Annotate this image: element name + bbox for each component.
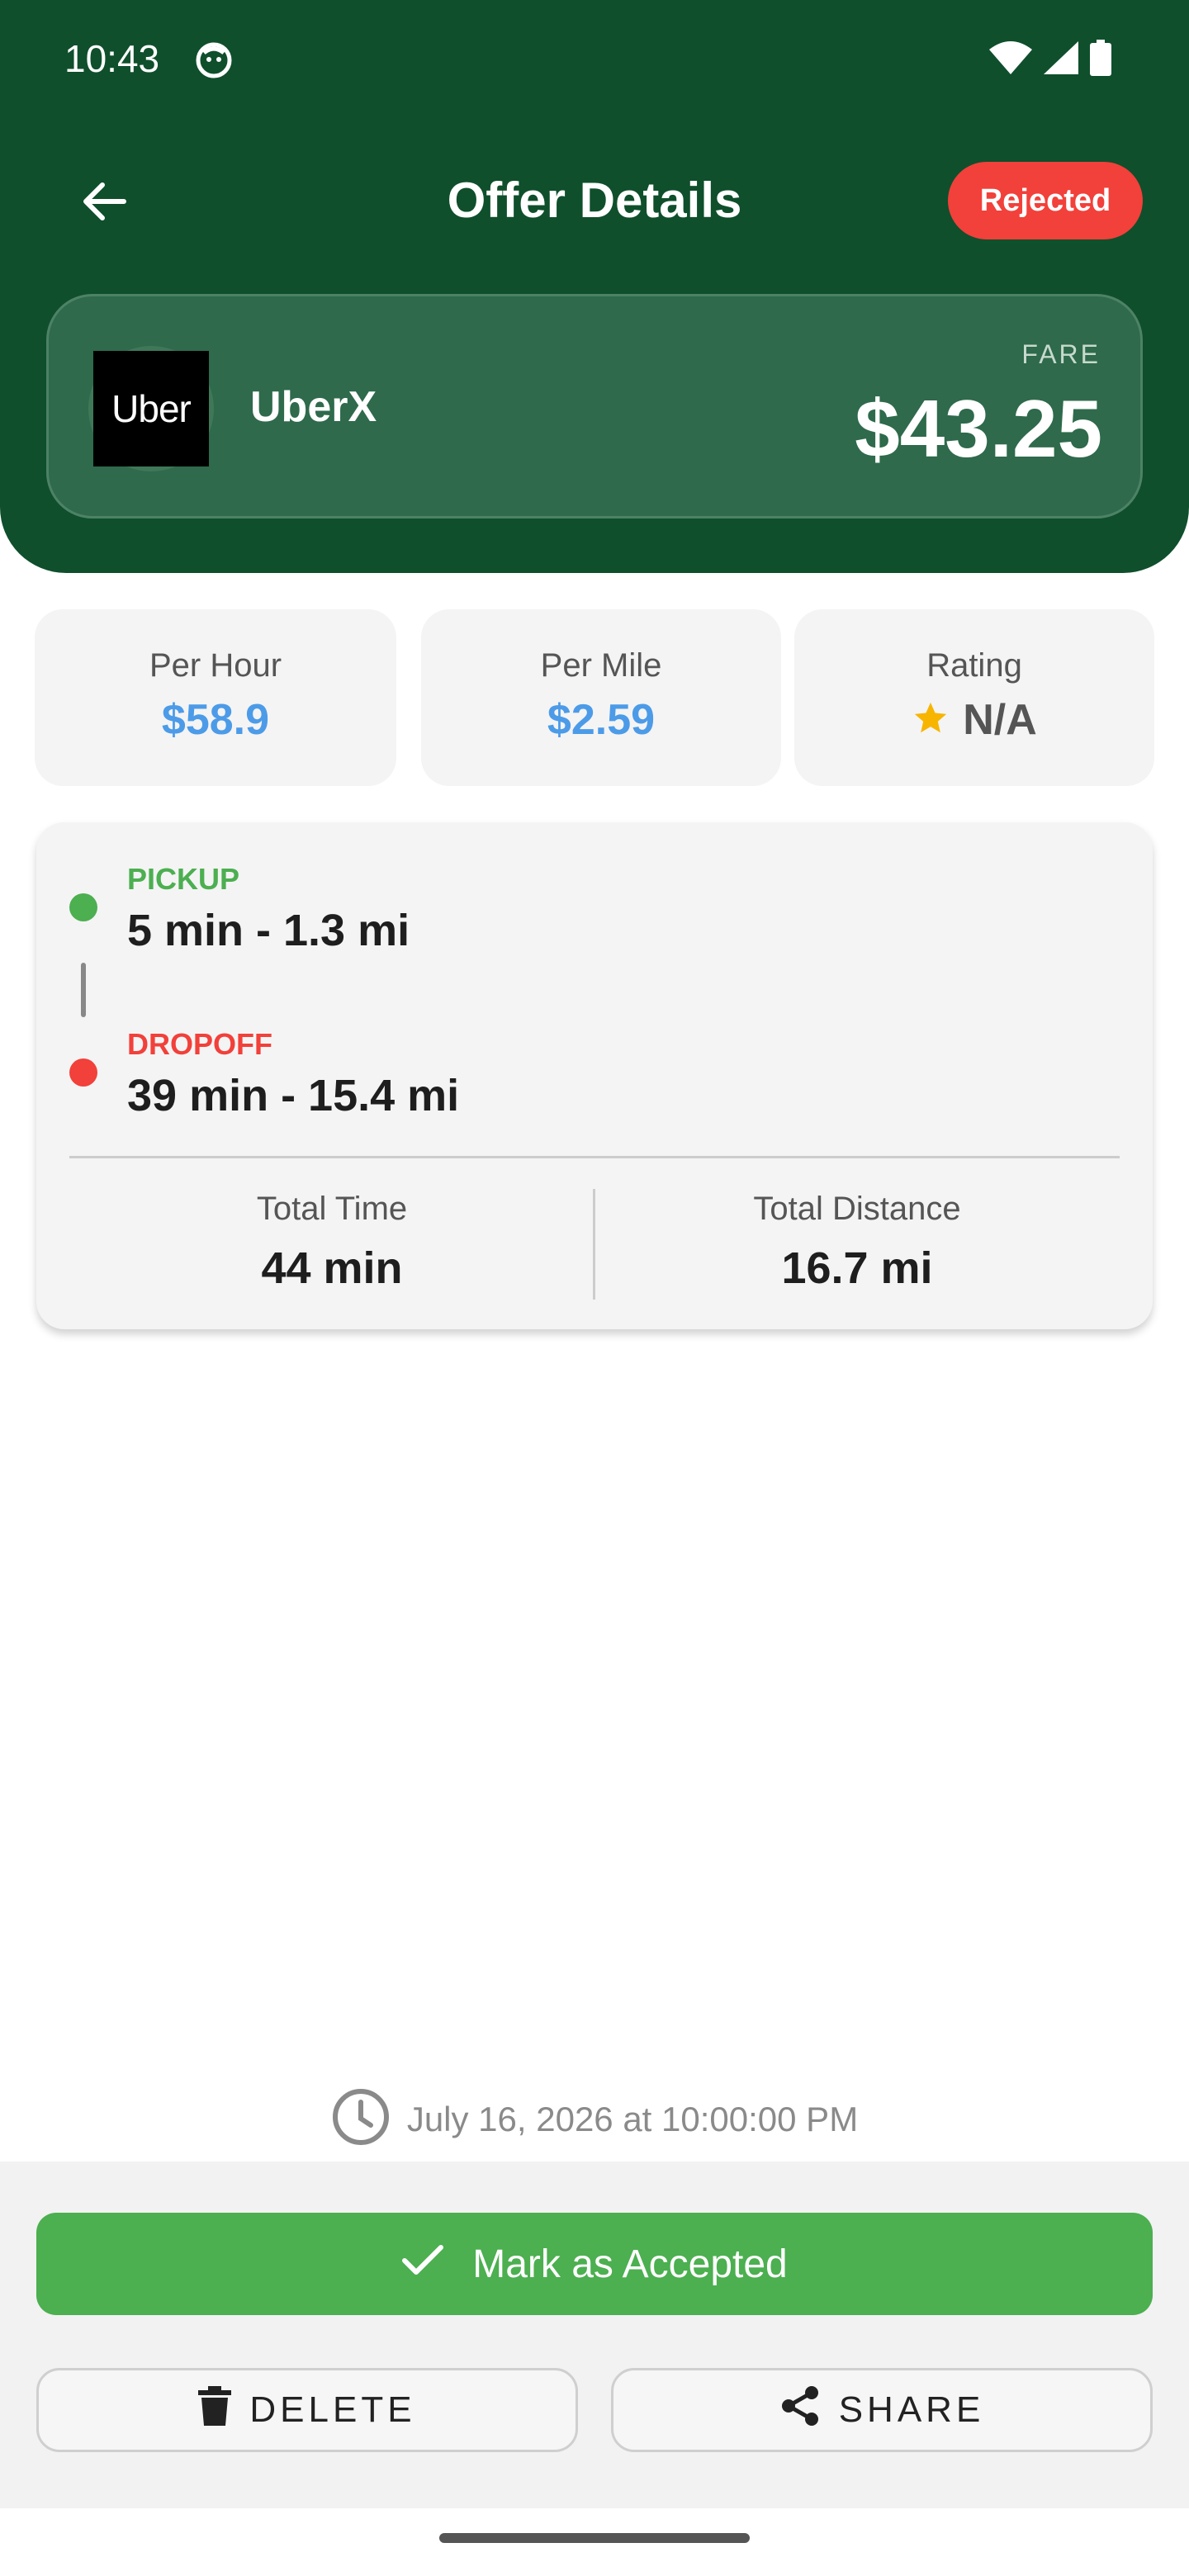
status-icons — [989, 40, 1111, 80]
clock-icon — [331, 2087, 391, 2151]
status-badge: Rejected — [948, 162, 1143, 239]
share-button[interactable]: SHARE — [611, 2368, 1153, 2452]
pickup-label: PICKUP — [127, 862, 240, 896]
rating-label: Rating — [926, 647, 1022, 684]
rating-card: Rating N/A — [794, 609, 1154, 786]
per-mile-card: Per Mile $2.59 — [421, 609, 781, 786]
trip-divider — [69, 1156, 1120, 1158]
pickup-value: 5 min - 1.3 mi — [127, 906, 410, 955]
home-indicator[interactable] — [439, 2533, 750, 2543]
total-distance-value: 16.7 mi — [781, 1243, 933, 1293]
rating-value: N/A — [963, 696, 1037, 744]
service-name: UberX — [250, 383, 377, 431]
fare-label: FARE — [1021, 339, 1101, 369]
per-hour-label: Per Hour — [149, 647, 282, 684]
action-bar: Mark as Accepted DELETE SHARE — [0, 2162, 1189, 2508]
total-distance: Total Distance 16.7 mi — [594, 1191, 1120, 1294]
share-label: SHARE — [838, 2389, 985, 2430]
share-icon — [779, 2385, 821, 2436]
fare-card: Uber UberX FARE $43.25 — [46, 294, 1143, 519]
uber-logo: Uber — [93, 351, 209, 466]
total-time: Total Time 44 min — [69, 1191, 594, 1294]
status-bar: 10:43 — [0, 0, 1189, 124]
timestamp-text: July 16, 2026 at 10:00:00 PM — [406, 2099, 859, 2138]
total-distance-label: Total Distance — [753, 1191, 961, 1227]
route-connector — [81, 963, 86, 1017]
star-icon — [912, 699, 950, 741]
mark-accepted-button[interactable]: Mark as Accepted — [36, 2213, 1153, 2315]
trip-card: PICKUP 5 min - 1.3 mi DROPOFF 39 min - 1… — [36, 822, 1153, 1329]
pickup-dot — [69, 893, 97, 921]
signal-icon — [1044, 41, 1078, 78]
wifi-icon — [989, 41, 1032, 78]
battery-icon — [1090, 40, 1111, 80]
dropoff-label: DROPOFF — [127, 1027, 272, 1061]
check-icon — [401, 2242, 444, 2287]
header: 10:43 Offer Details Rejected Uber UberX … — [0, 0, 1189, 573]
total-time-label: Total Time — [256, 1191, 408, 1227]
dropoff-dot — [69, 1058, 97, 1087]
delete-label: DELETE — [249, 2389, 416, 2430]
face-icon — [195, 41, 233, 79]
total-time-value: 44 min — [261, 1243, 403, 1293]
trash-icon — [198, 2385, 232, 2435]
status-time: 10:43 — [64, 37, 160, 80]
per-hour-card: Per Hour $58.9 — [35, 609, 396, 786]
fare-value: $43.25 — [855, 383, 1102, 474]
mark-accepted-label: Mark as Accepted — [472, 2242, 788, 2286]
per-mile-label: Per Mile — [540, 647, 662, 684]
per-hour-value: $58.9 — [161, 696, 270, 744]
delete-button[interactable]: DELETE — [36, 2368, 578, 2452]
rating-row: N/A — [794, 695, 1154, 745]
per-mile-value: $2.59 — [547, 696, 656, 744]
dropoff-value: 39 min - 15.4 mi — [127, 1071, 460, 1120]
timestamp: July 16, 2026 at 10:00:00 PM — [0, 2087, 1189, 2151]
